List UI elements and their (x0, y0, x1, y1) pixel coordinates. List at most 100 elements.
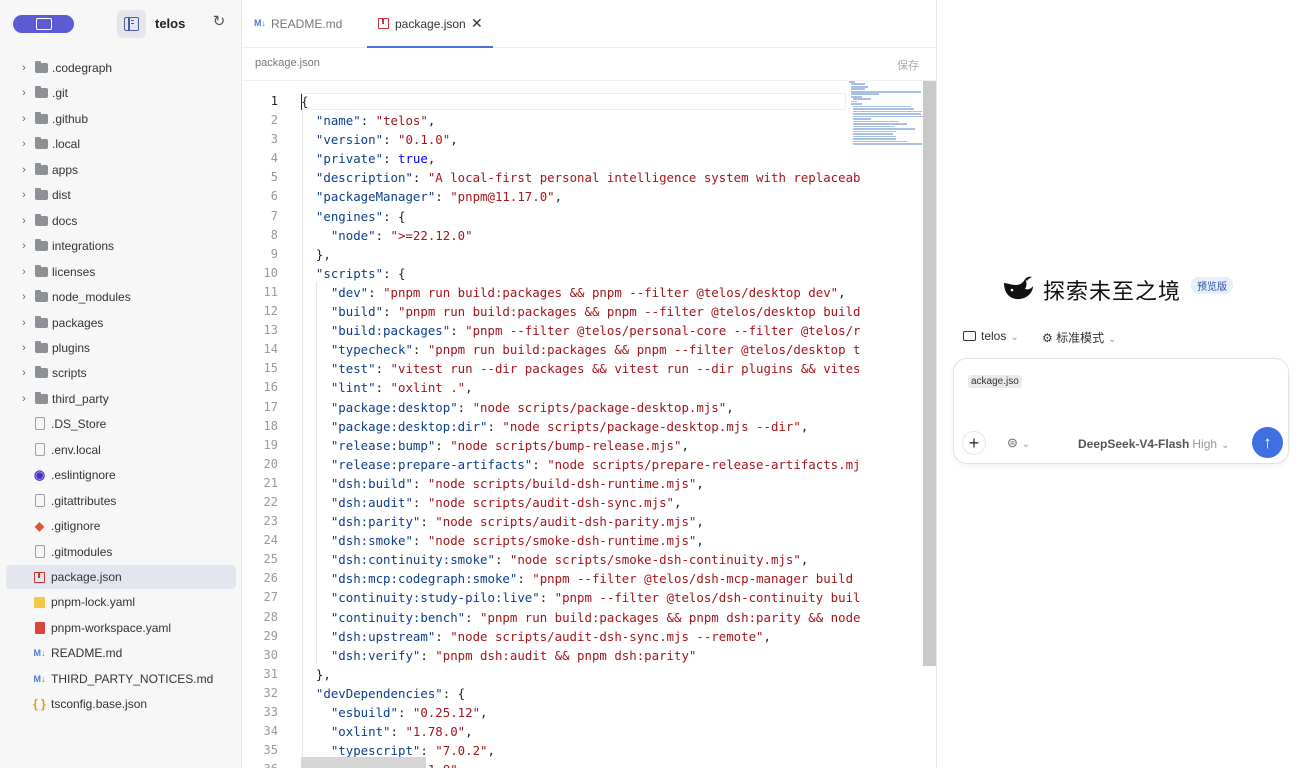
tree-folder-item[interactable]: › dist (6, 183, 236, 207)
code-line[interactable]: "dsh:parity": "node scripts/audit-dsh-pa… (301, 512, 861, 531)
code-line[interactable]: }, (301, 665, 861, 684)
code-line[interactable]: "continuity:study-pilo:live": "pnpm --fi… (301, 588, 861, 607)
project-selector-label: telos (981, 329, 1007, 343)
file-attachment-chip[interactable]: ackage.jso (968, 375, 1022, 388)
chevron-right-icon[interactable]: › (18, 291, 30, 303)
tree-folder-item[interactable]: › .local (6, 132, 236, 156)
tree-file-item[interactable]: .gitattributes (6, 489, 236, 513)
tree-folder-item[interactable]: › licenses (6, 260, 236, 284)
minimap[interactable] (849, 81, 924, 151)
close-icon[interactable]: ✕ (471, 15, 483, 32)
tree-file-item[interactable]: M↓ README.md (6, 641, 236, 665)
line-number: 13 (263, 323, 278, 338)
code-line[interactable]: "dev": "pnpm run build:packages && pnpm … (301, 283, 861, 302)
add-attachment-button[interactable]: + (962, 431, 986, 455)
code-line[interactable]: "description": "A local-first personal i… (301, 168, 861, 187)
horizontal-scrollbar[interactable] (301, 757, 426, 768)
code-line[interactable]: "devDependencies": { (301, 684, 861, 703)
code-line[interactable]: "release:bump": "node scripts/bump-relea… (301, 436, 861, 455)
send-button[interactable]: ↑ (1252, 427, 1283, 458)
tools-button[interactable]: ⊜ ⌄ (1007, 435, 1030, 451)
chevron-right-icon[interactable]: › (18, 62, 30, 74)
tree-file-item[interactable]: .DS_Store (6, 412, 236, 436)
tree-file-item[interactable]: { } tsconfig.base.json (6, 692, 236, 716)
minimap-line (849, 81, 855, 83)
chevron-right-icon[interactable]: › (18, 367, 30, 379)
tree-folder-item[interactable]: › apps (6, 158, 236, 182)
tree-file-item[interactable]: ◆ .gitignore (6, 514, 236, 538)
line-number: 17 (263, 399, 278, 414)
chevron-right-icon[interactable]: › (18, 164, 30, 176)
code-line[interactable]: "esbuild": "0.25.12", (301, 703, 861, 722)
code-line[interactable]: "continuity:bench": "pnpm run build:pack… (301, 608, 861, 627)
tree-file-item[interactable]: pnpm-lock.yaml (6, 590, 236, 614)
code-line[interactable]: "name": "telos", (301, 111, 861, 130)
code-line[interactable]: "scripts": { (301, 264, 861, 283)
code-line[interactable]: "lint": "oxlint .", (301, 378, 861, 397)
code-lines[interactable]: { "name": "telos", "version": "0.1.0", "… (301, 92, 861, 768)
tree-file-item[interactable]: ◉ .eslintignore (6, 463, 236, 487)
code-line[interactable]: "oxlint": "1.78.0", (301, 722, 861, 741)
tree-folder-item[interactable]: › integrations (6, 234, 236, 258)
model-selector[interactable]: DeepSeek-V4-Flash High ⌄ (1078, 437, 1229, 451)
code-line[interactable]: "engines": { (301, 207, 861, 226)
code-area[interactable]: 1 2 3 4 5 6 7 8 9 10 11 12 13 14 15 16 17 18 19 20 21 22 23 24 2… (242, 80, 936, 768)
code-line[interactable]: "dsh:upstream": "node scripts/audit-dsh-… (301, 627, 861, 646)
chevron-right-icon[interactable]: › (18, 240, 30, 252)
code-line[interactable]: "dsh:verify": "pnpm dsh:audit && pnpm ds… (301, 646, 861, 665)
code-line[interactable]: }, (301, 245, 861, 264)
tree-folder-item[interactable]: › packages (6, 311, 236, 335)
toggle-sidebar-button[interactable] (117, 10, 146, 38)
tree-folder-item[interactable]: › docs (6, 209, 236, 233)
save-button[interactable]: 保存 (897, 57, 919, 73)
code-line[interactable]: "node": ">=22.12.0" (301, 226, 861, 245)
tree-file-item[interactable]: .env.local (6, 438, 236, 462)
tree-folder-item[interactable]: › third_party (6, 387, 236, 411)
code-line[interactable]: "packageManager": "pnpm@11.17.0", (301, 187, 861, 206)
code-line[interactable]: "private": true, (301, 149, 861, 168)
code-line[interactable]: "typecheck": "pnpm run build:packages &&… (301, 340, 861, 359)
tree-folder-item[interactable]: › .git (6, 81, 236, 105)
chevron-right-icon[interactable]: › (18, 266, 30, 278)
chevron-right-icon[interactable]: › (18, 317, 30, 329)
tree-file-item[interactable]: .gitmodules (6, 540, 236, 564)
code-line[interactable]: "release:prepare-artifacts": "node scrip… (301, 455, 861, 474)
chevron-right-icon[interactable]: › (18, 393, 30, 405)
tab-readme[interactable]: M↓ README.md (242, 0, 366, 48)
code-line[interactable]: "dsh:build": "node scripts/build-dsh-run… (301, 474, 861, 493)
tree-file-item[interactable]: package.json (6, 565, 236, 589)
chevron-right-icon[interactable]: › (18, 138, 30, 150)
tree-item-label: .eslintignore (51, 468, 116, 483)
tree-file-item[interactable]: pnpm-workspace.yaml (6, 616, 236, 640)
tree-folder-item[interactable]: › plugins (6, 336, 236, 360)
chevron-right-icon[interactable]: › (18, 342, 30, 354)
code-line[interactable]: "test": "vitest run --dir packages && vi… (301, 359, 861, 378)
chevron-right-icon[interactable]: › (18, 113, 30, 125)
tree-file-item[interactable]: M↓ THIRD_PARTY_NOTICES.md (6, 667, 236, 691)
refresh-icon[interactable]: ↻ (211, 14, 227, 30)
code-line[interactable]: "dsh:smoke": "node scripts/smoke-dsh-run… (301, 531, 861, 550)
code-line[interactable]: "build": "pnpm run build:packages && pnp… (301, 302, 861, 321)
code-line[interactable]: "dsh:audit": "node scripts/audit-dsh-syn… (301, 493, 861, 512)
tree-folder-item[interactable]: › .github (6, 107, 236, 131)
chevron-right-icon[interactable]: › (18, 87, 30, 99)
chevron-right-icon[interactable]: › (18, 215, 30, 227)
tab-package-json[interactable]: package.json ✕ (367, 0, 493, 48)
message-composer[interactable]: ackage.jso + ⊜ ⌄ DeepSeek-V4-Flash High ⌄ ↑ (953, 358, 1289, 464)
tree-folder-item[interactable]: › node_modules (6, 285, 236, 309)
code-line[interactable]: "build:packages": "pnpm --filter @telos/… (301, 321, 861, 340)
project-selector[interactable]: telos ⌄ (963, 329, 1019, 347)
code-line[interactable]: "package:desktop:dir": "node scripts/pac… (301, 417, 861, 436)
code-line[interactable]: "version": "0.1.0", (301, 130, 861, 149)
code-line[interactable]: "package:desktop": "node scripts/package… (301, 398, 861, 417)
code-line[interactable]: "dsh:continuity:smoke": "node scripts/sm… (301, 550, 861, 569)
code-line[interactable]: { (301, 92, 861, 111)
mode-selector[interactable]: ⚙ 标准模式 ⌄ (1042, 329, 1117, 347)
vertical-scrollbar[interactable] (923, 81, 936, 666)
code-line[interactable]: "dsh:mcp:codegraph:smoke": "pnpm --filte… (301, 569, 861, 588)
workspace-switcher-button[interactable] (13, 15, 74, 34)
tree-item-label: tsconfig.base.json (51, 697, 148, 712)
tree-folder-item[interactable]: › .codegraph (6, 56, 236, 80)
tree-folder-item[interactable]: › scripts (6, 361, 236, 385)
chevron-right-icon[interactable]: › (18, 189, 30, 201)
